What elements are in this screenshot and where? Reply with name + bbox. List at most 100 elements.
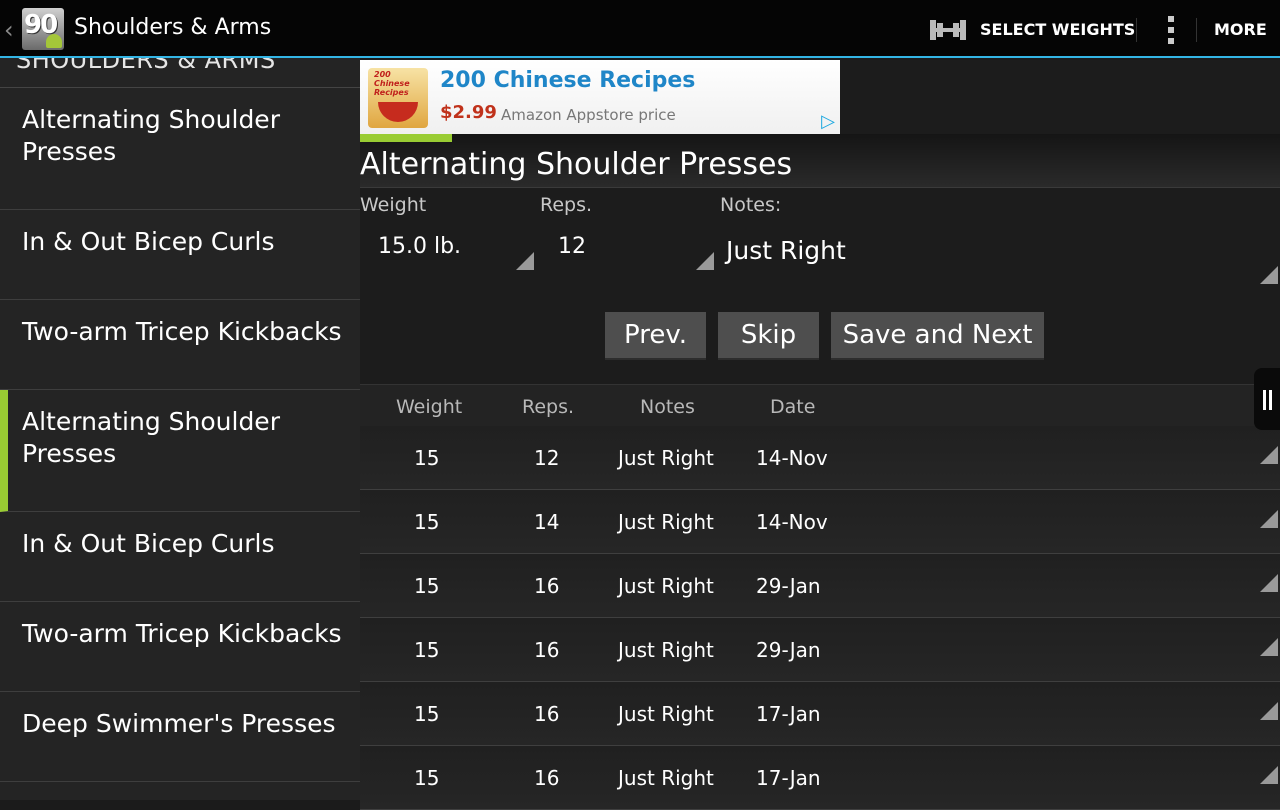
table-row[interactable]: 15 14 Just Right 14-Nov xyxy=(360,490,1280,554)
sidebar-item-label: Two-arm Tricep Kickbacks xyxy=(22,317,342,346)
cell-weight: 15 xyxy=(414,638,440,662)
more-label: MORE xyxy=(1214,19,1267,39)
table-row[interactable]: 15 16 Just Right 29-Jan xyxy=(360,618,1280,682)
exercise-list[interactable]: SHOULDERS & ARMS Alternating Shoulder Pr… xyxy=(0,58,360,800)
cell-notes: Just Right xyxy=(618,574,714,598)
exercise-title: Alternating Shoulder Presses xyxy=(360,147,793,182)
skip-button[interactable]: Skip xyxy=(718,312,819,360)
page-title: Shoulders & Arms xyxy=(74,15,272,40)
history-table-header: Weight Reps. Notes Date xyxy=(360,384,1280,428)
sidebar-item-label: Two-arm Tricep Kickbacks xyxy=(22,619,342,648)
dropdown-corner-icon xyxy=(1260,510,1278,528)
cell-date: 29-Jan xyxy=(756,574,821,598)
cell-date: 29-Jan xyxy=(756,638,821,662)
ad-choices-icon[interactable]: ▷ xyxy=(818,112,838,132)
dropdown-corner-icon xyxy=(516,252,534,270)
cell-notes: Just Right xyxy=(618,638,714,662)
column-header-weight: Weight xyxy=(396,396,463,418)
table-row[interactable]: 15 16 Just Right 29-Jan xyxy=(360,554,1280,618)
cell-reps: 14 xyxy=(534,510,560,534)
sidebar-item-exercise[interactable]: In & Out Bicep Curls xyxy=(0,210,360,300)
notes-value: Just Right xyxy=(726,236,846,265)
sidebar-item-exercise-selected[interactable]: Alternating Shoulder Presses xyxy=(0,390,360,512)
sidebar-item-label: Alternating Shoulder Presses xyxy=(22,407,280,468)
ad-thumbnail: 200 Chinese Recipes xyxy=(368,68,428,128)
dropdown-corner-icon xyxy=(1260,574,1278,592)
sidebar-item-exercise[interactable]: Deep Swimmer's Presses xyxy=(0,692,360,782)
sidebar-section-header: SHOULDERS & ARMS xyxy=(0,58,360,88)
column-header-reps: Reps. xyxy=(522,396,575,418)
ad-banner[interactable]: 200 Chinese Recipes 200 Chinese Recipes … xyxy=(360,60,840,134)
dropdown-corner-icon xyxy=(696,252,714,270)
cell-weight: 15 xyxy=(414,702,440,726)
reps-spinner[interactable]: 12 xyxy=(544,228,716,270)
app-logo-icon[interactable]: 90 xyxy=(22,8,64,50)
cell-reps: 12 xyxy=(534,446,560,470)
dropdown-corner-icon xyxy=(1260,766,1278,784)
skip-button-label: Skip xyxy=(740,320,797,350)
column-header-notes: Notes xyxy=(640,396,695,418)
sidebar-item-label: In & Out Bicep Curls xyxy=(22,529,275,558)
table-row[interactable]: 15 12 Just Right 14-Nov xyxy=(360,426,1280,490)
sidebar-item-label: Alternating Shoulder Presses xyxy=(22,105,280,166)
progress-indicator xyxy=(360,134,452,142)
notes-label: Notes: xyxy=(720,194,782,216)
weight-value: 15.0 lb. xyxy=(378,234,462,259)
ad-subtitle: Amazon Appstore price xyxy=(501,106,676,124)
cell-weight: 15 xyxy=(414,510,440,534)
cell-date: 17-Jan xyxy=(756,702,821,726)
column-header-date: Date xyxy=(770,396,816,418)
prev-button[interactable]: Prev. xyxy=(605,312,706,360)
android-icon xyxy=(46,34,62,48)
ad-title: 200 Chinese Recipes xyxy=(440,68,696,93)
reps-value: 12 xyxy=(558,234,586,259)
save-and-next-label: Save and Next xyxy=(842,320,1033,350)
cell-weight: 15 xyxy=(414,766,440,790)
cell-reps: 16 xyxy=(534,766,560,790)
sidebar-item-exercise[interactable]: Two-arm Tricep Kickbacks xyxy=(0,300,360,390)
divider xyxy=(1136,18,1137,42)
cell-date: 17-Jan xyxy=(756,766,821,790)
ad-thumbnail-text: 200 Chinese Recipes xyxy=(374,70,410,97)
cell-date: 14-Nov xyxy=(756,446,828,470)
weight-label: Weight xyxy=(360,194,427,216)
action-bar: ‹ 90 Shoulders & Arms SELECT WEIGHTS MOR… xyxy=(0,0,1280,58)
weight-spinner[interactable]: 15.0 lb. xyxy=(360,228,536,270)
up-caret-icon[interactable]: ‹ xyxy=(4,16,14,44)
prev-button-label: Prev. xyxy=(624,320,687,350)
cell-notes: Just Right xyxy=(618,510,714,534)
drawer-handle[interactable] xyxy=(1254,368,1280,430)
sidebar-header-label: SHOULDERS & ARMS xyxy=(16,58,276,74)
save-and-next-button[interactable]: Save and Next xyxy=(831,312,1044,360)
cell-notes: Just Right xyxy=(618,766,714,790)
exercise-detail: 200 Chinese Recipes 200 Chinese Recipes … xyxy=(360,60,1280,810)
reps-label: Reps. xyxy=(540,194,593,216)
cell-notes: Just Right xyxy=(618,702,714,726)
sidebar-item-exercise[interactable]: In & Out Bicep Curls xyxy=(0,512,360,602)
dropdown-corner-icon xyxy=(1260,446,1278,464)
cell-notes: Just Right xyxy=(618,446,714,470)
cell-reps: 16 xyxy=(534,702,560,726)
cell-weight: 15 xyxy=(414,446,440,470)
dropdown-corner-icon xyxy=(1260,702,1278,720)
notes-spinner[interactable]: Just Right xyxy=(724,232,1280,284)
select-weights-label: SELECT WEIGHTS xyxy=(980,19,1136,39)
dumbbell-icon[interactable] xyxy=(930,20,966,40)
table-row[interactable]: 15 16 Just Right 17-Jan xyxy=(360,682,1280,746)
select-weights-button[interactable]: SELECT WEIGHTS xyxy=(980,0,1135,58)
cell-date: 14-Nov xyxy=(756,510,828,534)
dropdown-corner-icon xyxy=(1260,638,1278,656)
divider xyxy=(1196,18,1197,42)
cell-reps: 16 xyxy=(534,638,560,662)
dropdown-corner-icon xyxy=(1260,266,1278,284)
sidebar-item-label: Deep Swimmer's Presses xyxy=(22,709,336,738)
sidebar-item-label: In & Out Bicep Curls xyxy=(22,227,275,256)
cell-reps: 16 xyxy=(534,574,560,598)
table-row[interactable]: 15 16 Just Right 17-Jan xyxy=(360,746,1280,810)
sidebar-item-exercise[interactable]: Alternating Shoulder Presses xyxy=(0,88,360,210)
more-button[interactable]: MORE xyxy=(1214,0,1267,58)
ad-price: $2.99 xyxy=(440,102,497,123)
overflow-menu-icon[interactable] xyxy=(1168,16,1176,44)
cell-weight: 15 xyxy=(414,574,440,598)
sidebar-item-exercise[interactable]: Two-arm Tricep Kickbacks xyxy=(0,602,360,692)
